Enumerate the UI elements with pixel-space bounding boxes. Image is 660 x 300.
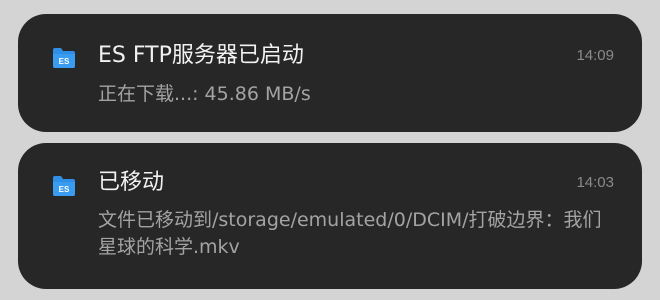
notification-time: 14:03 [576, 174, 614, 191]
notification-body: 正在下载...: 45.86 MB/s [98, 83, 311, 105]
notification-ftp-server[interactable]: ES ES FTP服务器已启动 14:09 正在下载...: 45.86 MB/… [18, 14, 642, 132]
notification-title: ES FTP服务器已启动 [98, 43, 304, 68]
folder-icon: ES [51, 175, 77, 197]
svg-text:ES: ES [59, 57, 70, 66]
folder-icon: ES [51, 47, 77, 69]
notification-file-moved[interactable]: ES 已移动 14:03 文件已移动到/storage/emulated/0/D… [18, 143, 642, 289]
notification-time: 14:09 [576, 47, 614, 64]
svg-text:ES: ES [59, 185, 70, 194]
notification-title: 已移动 [98, 170, 165, 195]
notification-body: 文件已移动到/storage/emulated/0/DCIM/打破边界：我们星球… [98, 209, 602, 258]
